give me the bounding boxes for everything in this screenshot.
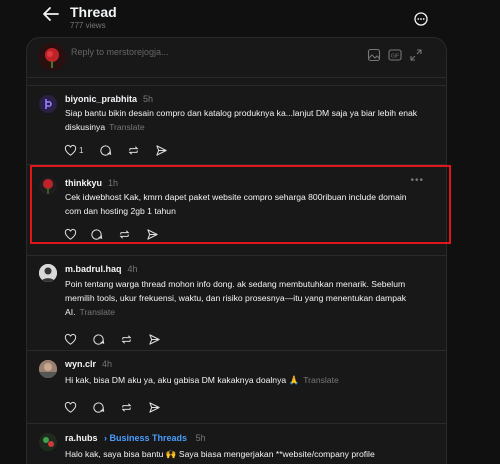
reply-post: thinkkyu 1h ••• Cek idwebhost Kak, kmrn d… bbox=[27, 164, 446, 244]
business-avatar-icon bbox=[39, 433, 57, 451]
heart-icon[interactable] bbox=[64, 333, 77, 346]
gif-icon[interactable]: GIF bbox=[388, 48, 402, 62]
more-options-icon[interactable] bbox=[414, 12, 428, 26]
rose-avatar-icon bbox=[39, 177, 57, 195]
like-count: 1 bbox=[79, 146, 84, 155]
reply-post: biyonic_prabhita 5h Siap bantu bikin desa… bbox=[27, 85, 446, 164]
post-text: Siap bantu bikin desain compro dan katal… bbox=[65, 108, 418, 132]
post-text: Halo kak, saya bisa bantu 🙌 Saya biasa m… bbox=[65, 449, 375, 459]
avatar bbox=[38, 43, 66, 71]
repost-icon[interactable] bbox=[127, 144, 140, 157]
reply-composer[interactable]: Reply to merstorejogja... GIF bbox=[27, 38, 446, 78]
more-dots-icon[interactable]: ••• bbox=[410, 175, 424, 186]
heart-icon[interactable] bbox=[64, 144, 77, 157]
reply-input[interactable]: Reply to merstorejogja... bbox=[71, 47, 169, 57]
translate-link[interactable]: Translate bbox=[303, 375, 339, 385]
post-time: 4h bbox=[102, 359, 113, 369]
business-badge[interactable]: › Business Threads bbox=[104, 433, 187, 443]
comment-icon[interactable] bbox=[92, 401, 105, 414]
rose-avatar-icon bbox=[45, 48, 59, 68]
post-text: Cek idwebhost Kak, kmrn dapet paket webs… bbox=[65, 192, 407, 216]
post-text: Hi kak, bisa DM aku ya, aku gabisa DM ka… bbox=[65, 375, 339, 385]
avatar[interactable] bbox=[39, 433, 57, 451]
post-username[interactable]: m.badrul.haq 4h bbox=[65, 264, 138, 274]
post-time: 1h bbox=[108, 178, 119, 188]
repost-icon[interactable] bbox=[118, 228, 131, 241]
comment-icon[interactable] bbox=[99, 144, 112, 157]
comment-icon[interactable] bbox=[90, 228, 103, 241]
comment-icon[interactable] bbox=[92, 333, 105, 346]
image-icon[interactable] bbox=[367, 48, 381, 62]
avatar[interactable] bbox=[39, 264, 57, 282]
share-icon[interactable] bbox=[146, 228, 159, 241]
avatar[interactable] bbox=[39, 360, 57, 378]
thread-panel: Reply to merstorejogja... GIF biyonic_pr… bbox=[26, 37, 447, 464]
repost-icon[interactable] bbox=[120, 333, 133, 346]
page-title: Thread bbox=[70, 4, 117, 20]
thread-header: Thread 777 views bbox=[0, 0, 500, 36]
post-username[interactable]: thinkkyu 1h bbox=[65, 178, 118, 188]
svg-text:GIF: GIF bbox=[391, 54, 399, 60]
post-text: Poin tentang warga thread mohon info don… bbox=[65, 279, 407, 317]
photo-avatar-icon bbox=[39, 360, 57, 378]
purple-logo-icon bbox=[39, 95, 57, 113]
view-count: 777 views bbox=[70, 21, 106, 30]
translate-link[interactable]: Translate bbox=[109, 122, 145, 132]
heart-icon[interactable] bbox=[64, 228, 77, 241]
avatar[interactable] bbox=[39, 95, 57, 113]
reply-post: ra.hubs › Business Threads 5h Halo kak, … bbox=[27, 423, 446, 464]
heart-icon[interactable] bbox=[64, 401, 77, 414]
avatar[interactable] bbox=[39, 177, 57, 195]
repost-icon[interactable] bbox=[120, 401, 133, 414]
post-username[interactable]: biyonic_prabhita 5h bbox=[65, 94, 153, 104]
post-username[interactable]: wyn.clr 4h bbox=[65, 359, 112, 369]
expand-icon[interactable] bbox=[409, 48, 423, 62]
reply-post: wyn.clr 4h Hi kak, bisa DM aku ya, aku ga… bbox=[27, 350, 446, 423]
post-time: 4h bbox=[127, 264, 138, 274]
post-time: 5h bbox=[195, 433, 206, 443]
share-icon[interactable] bbox=[148, 401, 161, 414]
share-icon[interactable] bbox=[155, 144, 168, 157]
reply-post: m.badrul.haq 4h Poin tentang warga thread… bbox=[27, 255, 446, 350]
person-avatar-icon bbox=[39, 264, 57, 282]
translate-link[interactable]: Translate bbox=[80, 307, 116, 317]
post-username[interactable]: ra.hubs › Business Threads 5h bbox=[65, 433, 206, 443]
post-time: 5h bbox=[143, 94, 154, 104]
back-arrow-icon[interactable] bbox=[42, 6, 60, 22]
share-icon[interactable] bbox=[148, 333, 161, 346]
